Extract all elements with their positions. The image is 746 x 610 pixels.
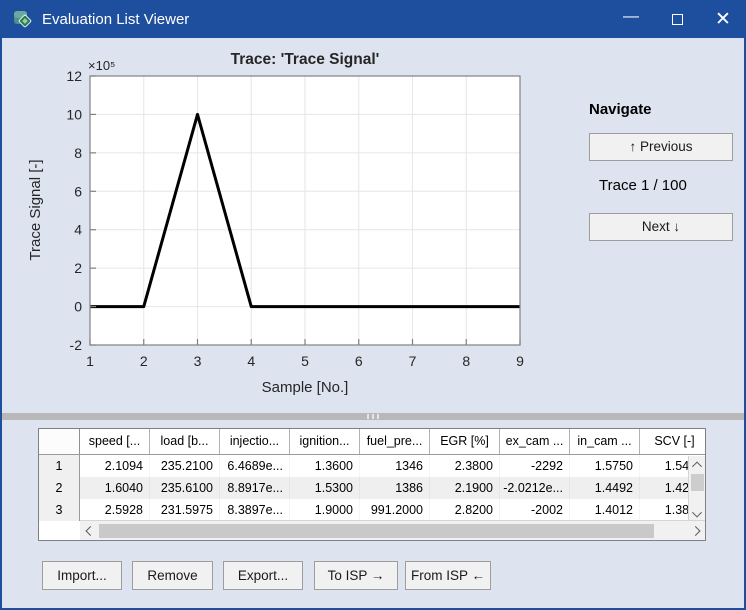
app-icon: [13, 9, 33, 29]
import-button[interactable]: Import...: [42, 561, 122, 590]
x-tick-label: 4: [247, 353, 255, 369]
scroll-right-button[interactable]: [688, 522, 705, 539]
y-tick-label: -2: [70, 337, 83, 353]
table-cell[interactable]: -2002: [500, 499, 570, 521]
table-cell[interactable]: -2292: [500, 455, 570, 477]
column-header: EGR [%]: [430, 429, 500, 454]
x-tick-label: 6: [355, 353, 363, 369]
x-axis-label: Sample [No.]: [262, 379, 349, 396]
table-cell[interactable]: 231.5975: [150, 499, 220, 521]
table-cell[interactable]: 1346: [360, 455, 430, 477]
trace-counter: Trace 1 / 100: [599, 177, 687, 194]
table-row[interactable]: 32.5928231.59758.3897e...1.9000991.20002…: [39, 499, 705, 521]
table-cell[interactable]: 2.5928: [80, 499, 150, 521]
y-axis-label: Trace Signal [-]: [27, 159, 44, 260]
x-tick-label: 5: [301, 353, 309, 369]
horizontal-splitter[interactable]: [0, 413, 746, 420]
y-axis-exponent: ×10⁵: [88, 58, 115, 73]
horizontal-scroll-thumb[interactable]: [99, 524, 654, 538]
window-title: Evaluation List Viewer: [42, 11, 189, 28]
table-cell[interactable]: 1.4012: [570, 499, 640, 521]
horizontal-scrollbar[interactable]: [80, 520, 705, 540]
close-button[interactable]: ✕: [700, 0, 746, 38]
vertical-scrollbar[interactable]: [688, 456, 705, 522]
table-cell[interactable]: 235.6100: [150, 477, 220, 499]
y-tick-label: 6: [74, 183, 82, 199]
column-header: fuel_pre...: [360, 429, 430, 454]
table-row[interactable]: 12.1094235.21006.4689e...1.360013462.380…: [39, 455, 705, 477]
column-header: speed [...: [80, 429, 150, 454]
splitter-grip-icon: [367, 414, 379, 419]
column-header: ex_cam ...: [500, 429, 570, 454]
table-cell[interactable]: 2.3800: [430, 455, 500, 477]
chevron-right-icon: [690, 526, 700, 536]
column-header: ignition...: [290, 429, 360, 454]
y-tick-label: 0: [74, 299, 82, 315]
table-cell[interactable]: 8.3897e...: [220, 499, 290, 521]
scroll-left-button[interactable]: [80, 522, 97, 539]
x-tick-label: 2: [140, 353, 148, 369]
x-tick-label: 3: [194, 353, 202, 369]
export-button[interactable]: Export...: [223, 561, 303, 590]
table-cell[interactable]: 2.8200: [430, 499, 500, 521]
to-isp-button[interactable]: To ISP →: [314, 561, 398, 590]
y-tick-label: 4: [74, 222, 82, 238]
table-cell[interactable]: 1.3600: [290, 455, 360, 477]
table-cell[interactable]: 1.6040: [80, 477, 150, 499]
minimize-button[interactable]: —: [608, 0, 654, 38]
chevron-left-icon: [85, 526, 95, 536]
table-cell[interactable]: 2.1900: [430, 477, 500, 499]
title-bar: Evaluation List Viewer — ✕: [0, 0, 746, 38]
x-tick-label: 1: [86, 353, 94, 369]
row-number: 3: [39, 499, 80, 521]
table-cell[interactable]: 1.5300: [290, 477, 360, 499]
row-number: 2: [39, 477, 80, 499]
chart-title: Trace: 'Trace Signal': [231, 51, 380, 68]
table-cell[interactable]: 1.9000: [290, 499, 360, 521]
table-cell[interactable]: 1.4492: [570, 477, 640, 499]
chevron-down-icon: [692, 507, 702, 517]
table-row[interactable]: 21.6040235.61008.8917e...1.530013862.190…: [39, 477, 705, 499]
table-cell[interactable]: 1386: [360, 477, 430, 499]
y-tick-label: 8: [74, 145, 82, 161]
scroll-up-button[interactable]: [689, 456, 706, 473]
previous-button[interactable]: ↑ Previous: [589, 133, 733, 161]
column-header: in_cam ...: [570, 429, 640, 454]
vertical-scroll-thumb[interactable]: [691, 474, 704, 491]
close-icon: ✕: [715, 8, 731, 31]
trace-signal-chart: 123456789-2024681012 Trace: 'Trace Signa…: [24, 40, 569, 412]
next-button[interactable]: Next ↓: [589, 213, 733, 241]
evaluation-table: speed [...load [b...injectio...ignition.…: [38, 428, 706, 541]
y-tick-label: 10: [66, 106, 82, 122]
x-tick-label: 7: [409, 353, 417, 369]
maximize-icon: [672, 14, 683, 25]
chevron-up-icon: [692, 461, 702, 471]
column-header: load [b...: [150, 429, 220, 454]
evaluation-list-viewer-window: Evaluation List Viewer — ✕ 123456789-202…: [0, 0, 746, 610]
minimize-icon: —: [623, 8, 639, 26]
table-corner-cell: [39, 429, 80, 454]
table-cell[interactable]: 2.1094: [80, 455, 150, 477]
y-tick-label: 12: [66, 68, 82, 84]
navigate-heading: Navigate: [589, 101, 652, 118]
x-tick-label: 9: [516, 353, 524, 369]
column-header: SCV [-]: [640, 429, 706, 454]
table-cell[interactable]: 6.4689e...: [220, 455, 290, 477]
row-number: 1: [39, 455, 80, 477]
column-header: injectio...: [220, 429, 290, 454]
remove-button[interactable]: Remove: [132, 561, 213, 590]
table-header-row: speed [...load [b...injectio...ignition.…: [39, 429, 705, 455]
from-isp-button[interactable]: From ISP ←: [405, 561, 491, 590]
x-tick-label: 8: [462, 353, 470, 369]
maximize-button[interactable]: [654, 0, 700, 38]
table-cell[interactable]: -2.0212e...: [500, 477, 570, 499]
table-cell[interactable]: 235.2100: [150, 455, 220, 477]
table-cell[interactable]: 1.5750: [570, 455, 640, 477]
table-cell[interactable]: 8.8917e...: [220, 477, 290, 499]
y-tick-label: 2: [74, 260, 82, 276]
table-cell[interactable]: 991.2000: [360, 499, 430, 521]
